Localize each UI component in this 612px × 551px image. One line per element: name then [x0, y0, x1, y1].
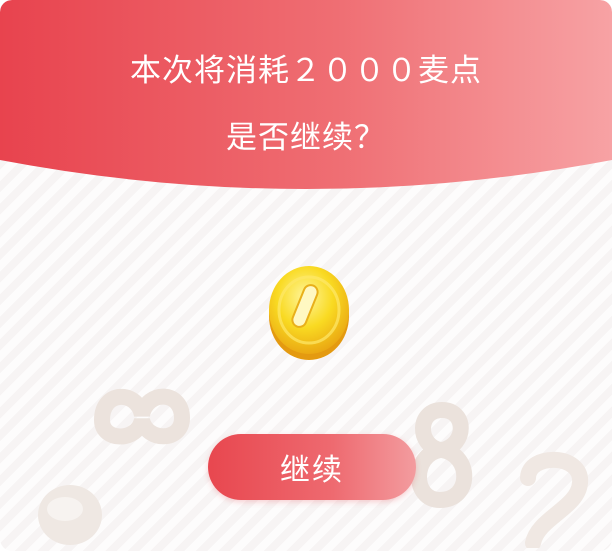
decorative-number-icon [93, 388, 191, 445]
decorative-number-icon [38, 485, 102, 545]
dialog-header: 本次将消耗２０００麦点 是否继续？ [0, 0, 612, 200]
confirm-question: 是否继续？ [226, 120, 386, 156]
consume-points-dialog: 本次将消耗２０００麦点 是否继续？ 继续 [0, 0, 612, 551]
coin-icon [269, 266, 349, 360]
consume-message: 本次将消耗２０００麦点 [130, 53, 482, 89]
header-background [0, 0, 612, 189]
continue-button[interactable]: 继续 [208, 434, 416, 500]
decorative-number-icon [520, 451, 588, 548]
